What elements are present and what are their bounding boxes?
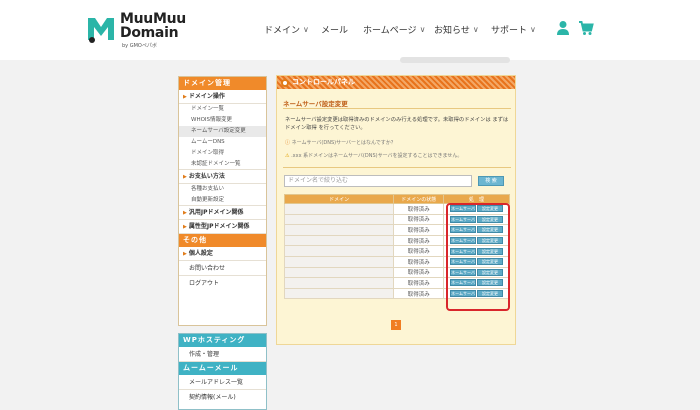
nav-homepage[interactable]: ホームページ ∨ (363, 22, 425, 36)
cart-icon[interactable] (578, 20, 594, 36)
sidebar-item-unverified[interactable]: 未認証ドメイン一覧 (179, 159, 266, 170)
sidebar-header-mail: ムームーメール (179, 362, 266, 375)
col-header-status: ドメインの状態 (393, 194, 445, 204)
user-icon[interactable] (556, 20, 570, 36)
help-link-text: ネームサーバ(DNS)サーバーとはなんですか？ (291, 140, 396, 146)
sidebar-item-contract[interactable]: 契約情報(メール) (179, 390, 266, 405)
status-cell: 取得済み (393, 245, 445, 257)
domain-cell-redacted (283, 213, 395, 226)
sidebar-cat-personal[interactable]: ▶ 個人設定 (179, 247, 266, 261)
warning-text: .xxx 系ドメインはネームサーバ(DNS)サーバを設定することはできません。 (291, 153, 463, 159)
domain-filter-input[interactable]: ドメイン名で絞り込む (284, 175, 472, 187)
logo-line1: MuuMuu (120, 11, 186, 27)
triangle-icon: ▶ (183, 224, 187, 230)
status-cell: 取得済み (393, 203, 445, 215)
page-title: ネームサーバ設定変更 (283, 100, 348, 108)
chevron-down-icon: ∨ (419, 24, 426, 34)
chevron-down-icon: ∨ (472, 24, 479, 34)
status-cell: 取得済み (393, 277, 445, 289)
blurred-account-info (400, 57, 510, 63)
domain-cell-redacted (283, 224, 395, 236)
sidebar-item-mail-list[interactable]: メールアドレス一覧 (179, 375, 266, 390)
help-link[interactable]: ⓘ ネームサーバ(DNS)サーバーとはなんですか？ (285, 139, 396, 146)
sidebar-header-domain: ドメイン管理 (179, 77, 266, 90)
status-cell: 取得済み (393, 234, 445, 247)
panel-title: コントロールパネル (292, 78, 355, 86)
sidebar-item-contact[interactable]: お問い合わせ (179, 261, 266, 276)
sidebar-item-auto-renew[interactable]: 自動更新設定 (179, 195, 266, 206)
pagination-page[interactable]: 1 (391, 320, 401, 330)
status-cell: 取得済み (393, 224, 445, 236)
panel-title-bar: コントロールパネル (277, 76, 515, 89)
site-header: MuuMuu Domain by GMOペパボ ドメイン ∨ メール ホームペー… (0, 0, 700, 60)
sidebar-domain-management: ドメイン管理 ▶ ドメイン操作 ドメイン一覧 WHOIS情報変更 ネームサーバ設定… (178, 76, 267, 326)
nav-mail-label: メール (321, 25, 349, 36)
warning-icon: ⚠ (285, 153, 290, 159)
sidebar-item-whois[interactable]: WHOIS情報変更 (179, 115, 266, 126)
sidebar-item-nameserver[interactable]: ネームサーバ設定変更 (179, 126, 266, 137)
sidebar-cat-domain-ops[interactable]: ▶ ドメイン操作 (179, 90, 266, 104)
triangle-icon: ▶ (183, 251, 187, 257)
nav-news-label: お知らせ (434, 25, 470, 36)
sidebar-cat-label: 個人設定 (188, 250, 213, 257)
warning-note: ⚠ .xxx 系ドメインはネームサーバ(DNS)サーバを設定することはできません… (285, 152, 462, 159)
chevron-down-icon: ∨ (303, 24, 309, 34)
sidebar-cat-label: 汎用JPドメイン関係 (188, 209, 244, 216)
sidebar-header-other: その他 (179, 234, 266, 247)
sidebar-item-logout[interactable]: ログアウト (179, 276, 266, 291)
logo-mark-icon (88, 18, 114, 43)
nav-domain[interactable]: ドメイン ∨ (264, 22, 309, 36)
sidebar-header-wp: WPホスティング (179, 334, 266, 347)
triangle-icon: ▶ (183, 94, 187, 100)
logo-wordmark: MuuMuu Domain (120, 12, 186, 40)
domain-cell-redacted (283, 266, 395, 279)
question-icon: ⓘ (285, 140, 291, 146)
chevron-down-icon: ∨ (530, 24, 536, 34)
nav-domain-label: ドメイン (264, 25, 301, 36)
logo-line2: Domain (120, 25, 179, 41)
search-button[interactable]: 検 索 (478, 176, 504, 186)
divider (283, 108, 511, 109)
sidebar-cat-regional-jp[interactable]: ▶ 属性型JPドメイン関係 (179, 220, 266, 234)
sidebar-cat-label: お支払い方法 (188, 173, 225, 180)
domain-cell-redacted (283, 277, 395, 289)
highlight-frame (446, 203, 510, 311)
status-cell: 取得済み (393, 255, 445, 268)
sidebar-item-payments[interactable]: 各種お支払い (179, 184, 266, 195)
nav-homepage-label: ホームページ (363, 25, 417, 36)
status-cell: 取得済み (393, 213, 445, 226)
sidebar-cat-label: ドメイン操作 (188, 93, 225, 100)
status-cell: 取得済み (393, 266, 445, 279)
domain-cell-redacted (283, 203, 395, 215)
domain-cell-redacted (283, 245, 395, 257)
status-cell: 取得済み (393, 287, 445, 300)
col-header-domain: ドメイン (283, 194, 395, 204)
domain-cell-redacted (283, 255, 395, 268)
nav-support-label: サポート (491, 25, 528, 36)
sidebar-item-muumuu-dns[interactable]: ムームーDNS (179, 137, 266, 148)
logo-byline: by GMOペパボ (122, 43, 157, 49)
sidebar-cat-label: 属性型JPドメイン関係 (188, 223, 250, 230)
nav-news[interactable]: お知らせ ∨ (434, 22, 479, 36)
sidebar-item-domain-list[interactable]: ドメイン一覧 (179, 104, 266, 115)
circle-icon (281, 78, 289, 87)
domain-cell-redacted (283, 287, 395, 300)
triangle-icon: ▶ (183, 174, 187, 180)
nav-support[interactable]: サポート ∨ (491, 22, 536, 36)
triangle-icon: ▶ (183, 210, 187, 216)
sidebar-services: WPホスティング 作成・管理 ムームーメール メールアドレス一覧 契約情報(メー… (178, 333, 267, 410)
sidebar-item-domain-acquire[interactable]: ドメイン取得 (179, 148, 266, 159)
sidebar-cat-general-jp[interactable]: ▶ 汎用JPドメイン関係 (179, 206, 266, 220)
description-text: ネームサーバ設定変更は取得済みのドメインのみ行える処理です。未取得のドメインは … (285, 117, 509, 131)
sidebar-item-wp-create[interactable]: 作成・管理 (179, 347, 266, 362)
muumuu-logo[interactable]: MuuMuu Domain by GMOペパボ (86, 12, 186, 49)
nav-mail[interactable]: メール (321, 22, 348, 36)
control-panel: コントロールパネル ネームサーバ設定変更 ネームサーバ設定変更は取得済みのドメイ… (276, 75, 516, 345)
sidebar-cat-payment[interactable]: ▶ お支払い方法 (179, 170, 266, 184)
divider (283, 167, 511, 168)
domain-cell-redacted (283, 234, 395, 247)
